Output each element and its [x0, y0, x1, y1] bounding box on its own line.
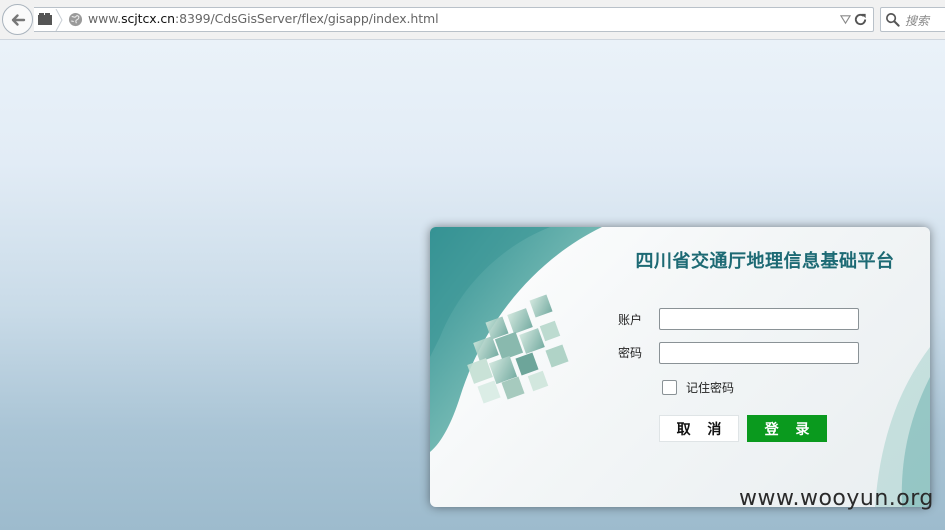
cancel-button[interactable]: 取 消 — [659, 415, 739, 442]
password-input[interactable] — [659, 342, 859, 364]
url-prefix: www. — [88, 11, 122, 26]
back-arrow-icon — [11, 13, 25, 26]
password-label: 密码 — [618, 346, 643, 360]
login-button[interactable]: 登 录 — [747, 415, 827, 442]
globe-icon[interactable] — [68, 12, 83, 27]
login-panel: 四川省交通厅地理信息基础平台 账户 密码 记住密码 取 消 登 录 — [430, 227, 930, 507]
browser-toolbar: www.scjtcx.cn:8399/CdsGisServer/flex/gis… — [0, 0, 945, 40]
search-icon[interactable] — [885, 12, 900, 27]
url-text[interactable]: www.scjtcx.cn:8399/CdsGisServer/flex/gis… — [88, 11, 439, 26]
watermark: www.wooyun.org — [739, 486, 934, 511]
search-placeholder: 搜索 — [905, 14, 930, 28]
search-box[interactable]: 搜索 — [880, 7, 945, 32]
back-button[interactable] — [2, 4, 33, 35]
username-label: 账户 — [618, 313, 643, 327]
remember-password-checkbox[interactable] — [662, 380, 677, 395]
cube-decoration-icon — [430, 227, 602, 452]
url-path: :8399/CdsGisServer/flex/gisapp/index.htm… — [175, 11, 439, 26]
reload-icon[interactable] — [853, 12, 868, 27]
swoosh-decoration-icon — [875, 347, 930, 507]
url-bar[interactable]: www.scjtcx.cn:8399/CdsGisServer/flex/gis… — [34, 7, 874, 32]
remember-password-label[interactable]: 记住密码 — [686, 379, 734, 396]
page-background: 四川省交通厅地理信息基础平台 账户 密码 记住密码 取 消 登 录 — [0, 40, 945, 530]
url-host: scjtcx.cn — [121, 11, 176, 26]
history-dropdown-icon[interactable] — [840, 14, 851, 25]
tab-groups-icon[interactable] — [38, 13, 52, 25]
login-title: 四川省交通厅地理信息基础平台 — [635, 251, 895, 272]
username-input[interactable] — [659, 308, 859, 330]
separator-chevron-icon — [55, 9, 63, 31]
